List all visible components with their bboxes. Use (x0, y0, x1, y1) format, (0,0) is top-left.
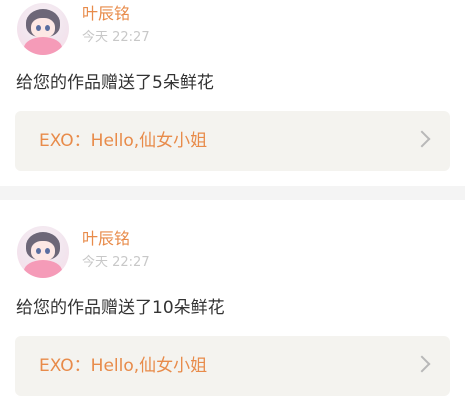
avatar-face (31, 241, 55, 261)
timestamp: 今天 22:27 (82, 30, 150, 45)
username[interactable]: 叶辰铭 (82, 229, 130, 249)
username[interactable]: 叶辰铭 (82, 4, 130, 24)
quoted-work-title: EXO：Hello,仙女小姐 (39, 356, 208, 376)
avatar-eye-right (45, 25, 50, 31)
avatar-body (24, 37, 62, 55)
avatar-eye-right (45, 248, 50, 254)
avatar[interactable] (17, 3, 69, 55)
notification-message: 给您的作品赠送了10朵鲜花 (16, 298, 225, 318)
avatar-face (31, 18, 55, 38)
notification-card: 叶辰铭 今天 22:27 给您的作品赠送了5朵鲜花 EXO：Hello,仙女小姐 (0, 0, 465, 186)
notification-card: 叶辰铭 今天 22:27 给您的作品赠送了10朵鲜花 EXO：Hello,仙女小… (0, 200, 465, 412)
avatar-body (24, 260, 62, 278)
notification-message: 给您的作品赠送了5朵鲜花 (16, 73, 214, 93)
quoted-work-link[interactable]: EXO：Hello,仙女小姐 (15, 111, 450, 171)
timestamp: 今天 22:27 (82, 255, 150, 270)
avatar-eye-left (36, 25, 41, 31)
avatar-eye-left (36, 248, 41, 254)
avatar[interactable] (17, 226, 69, 278)
card-separator (0, 186, 465, 200)
chevron-right-icon (413, 355, 431, 373)
quoted-work-title: EXO：Hello,仙女小姐 (39, 131, 208, 151)
chevron-right-icon (413, 130, 431, 148)
quoted-work-link[interactable]: EXO：Hello,仙女小姐 (15, 336, 450, 396)
